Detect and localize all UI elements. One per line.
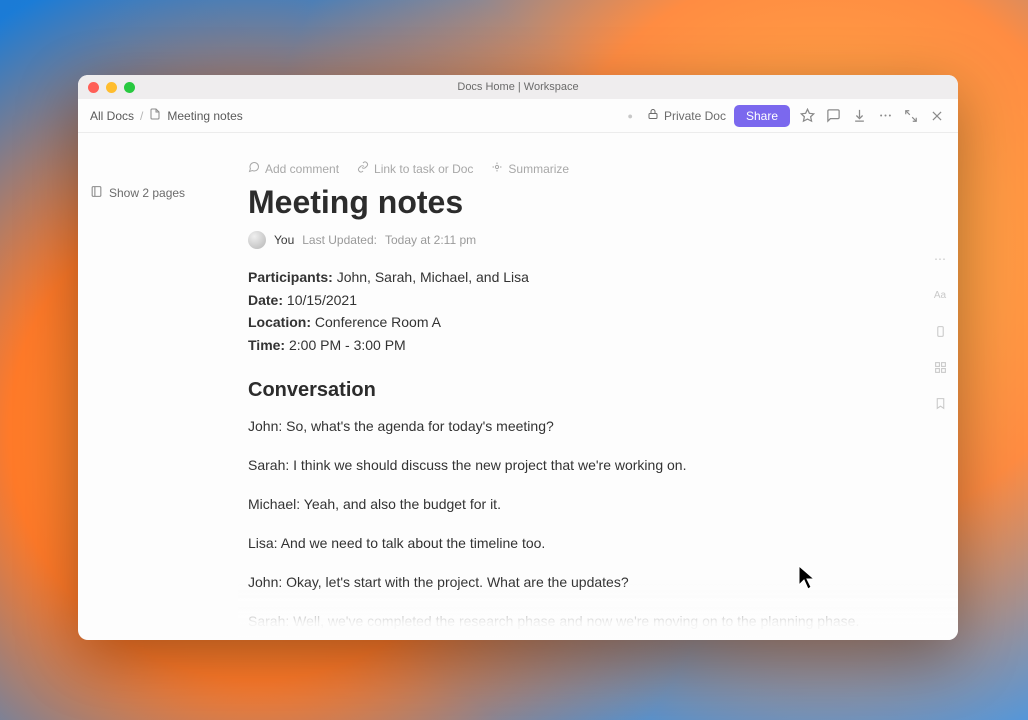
breadcrumb-root[interactable]: All Docs	[90, 109, 134, 123]
sparkle-icon	[491, 161, 503, 176]
rail-more-icon[interactable]: ⋯	[932, 251, 948, 267]
page-title[interactable]: Meeting notes	[248, 184, 868, 221]
rail-bookmark-icon[interactable]	[932, 395, 948, 411]
summarize-label: Summarize	[508, 162, 569, 176]
conversation-line: John: So, what's the agenda for today's …	[248, 416, 868, 437]
document-actions: Add comment Link to task or Doc	[248, 161, 868, 176]
breadcrumb-separator: /	[140, 109, 143, 123]
rail-text-icon[interactable]: Aa	[932, 287, 948, 303]
participants-value: John, Sarah, Michael, and Lisa	[337, 269, 529, 285]
rail-clip-icon[interactable]	[932, 323, 948, 339]
document-body: Show 2 pages Add comment	[78, 133, 958, 640]
sidebar: Show 2 pages	[78, 133, 238, 640]
status-dot-icon: ●	[628, 111, 633, 121]
location-value: Conference Room A	[315, 314, 441, 330]
minimize-window-button[interactable]	[106, 82, 117, 93]
conversation-heading[interactable]: Conversation	[248, 379, 868, 402]
conversation-line: John: Okay, let's start with the project…	[248, 572, 868, 593]
author-name: You	[274, 233, 294, 247]
add-comment-label: Add comment	[265, 162, 339, 176]
summarize-action[interactable]: Summarize	[491, 161, 569, 176]
last-updated-value: Today at 2:11 pm	[385, 233, 476, 247]
close-icon[interactable]	[928, 107, 946, 125]
window-controls	[88, 82, 135, 93]
desktop-background: Docs Home | Workspace All Docs / Meeting…	[0, 0, 1028, 720]
content-area: Add comment Link to task or Doc	[238, 133, 958, 640]
collapse-icon[interactable]	[902, 107, 920, 125]
participants-label: Participants:	[248, 269, 333, 285]
lock-icon	[647, 108, 659, 123]
document-content[interactable]: Add comment Link to task or Doc	[238, 133, 958, 640]
rail-grid-icon[interactable]	[932, 359, 948, 375]
add-comment-action[interactable]: Add comment	[248, 161, 339, 176]
time-value: 2:00 PM - 3:00 PM	[289, 337, 406, 353]
conversation-line: Sarah: Well, we've completed the researc…	[248, 611, 868, 632]
meeting-fields[interactable]: Participants: John, Sarah, Michael, and …	[248, 267, 868, 357]
privacy-label: Private Doc	[664, 109, 726, 123]
star-icon[interactable]	[798, 107, 816, 125]
titlebar: Docs Home | Workspace	[78, 75, 958, 99]
breadcrumb: All Docs / Meeting notes	[90, 108, 243, 123]
last-updated-label: Last Updated:	[302, 233, 377, 247]
show-pages-toggle[interactable]: Show 2 pages	[90, 185, 226, 201]
show-pages-label: Show 2 pages	[109, 186, 185, 200]
link-task-label: Link to task or Doc	[374, 162, 473, 176]
maximize-window-button[interactable]	[124, 82, 135, 93]
window-title: Docs Home | Workspace	[78, 81, 958, 93]
pages-icon	[90, 185, 103, 201]
conversation-block[interactable]: John: So, what's the agenda for today's …	[248, 416, 868, 640]
app-window: Docs Home | Workspace All Docs / Meeting…	[78, 75, 958, 640]
close-window-button[interactable]	[88, 82, 99, 93]
right-rail: ⋯ Aa	[922, 167, 958, 640]
download-icon[interactable]	[850, 107, 868, 125]
location-label: Location:	[248, 314, 311, 330]
share-button[interactable]: Share	[734, 105, 790, 127]
avatar	[248, 231, 266, 249]
more-options-icon[interactable]	[876, 107, 894, 125]
date-label: Date:	[248, 292, 283, 308]
comment-icon[interactable]	[824, 107, 842, 125]
privacy-indicator[interactable]: Private Doc	[647, 108, 726, 123]
time-label: Time:	[248, 337, 285, 353]
breadcrumb-current[interactable]: Meeting notes	[167, 109, 242, 123]
document-icon	[149, 108, 161, 123]
conversation-line: Lisa: And we need to talk about the time…	[248, 533, 868, 554]
link-task-action[interactable]: Link to task or Doc	[357, 161, 473, 176]
conversation-line: Sarah: I think we should discuss the new…	[248, 455, 868, 476]
date-value: 10/15/2021	[287, 292, 357, 308]
conversation-line: Michael: Yeah, and also the budget for i…	[248, 494, 868, 515]
toolbar: All Docs / Meeting notes ● Private Doc S…	[78, 99, 958, 133]
link-icon	[357, 161, 369, 176]
document-meta: You Last Updated: Today at 2:11 pm	[248, 231, 868, 249]
comment-bubble-icon	[248, 161, 260, 176]
